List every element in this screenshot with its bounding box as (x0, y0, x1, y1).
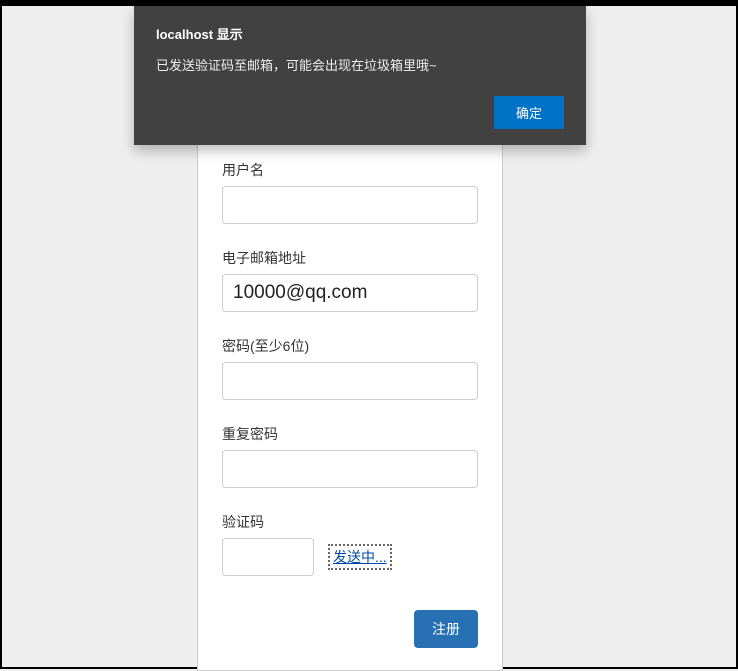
alert-ok-button[interactable]: 确定 (494, 96, 564, 129)
alert-message: 已发送验证码至邮箱，可能会出现在垃圾箱里哦~ (156, 55, 564, 74)
captcha-input[interactable] (222, 538, 314, 576)
username-group: 用户名 (222, 160, 478, 224)
alert-actions: 确定 (156, 96, 564, 129)
email-input[interactable] (222, 274, 478, 312)
password-input[interactable] (222, 362, 478, 400)
confirm-password-group: 重复密码 (222, 424, 478, 488)
captcha-label: 验证码 (222, 512, 478, 532)
alert-title: localhost 显示 (156, 24, 564, 43)
password-group: 密码(至少6位) (222, 336, 478, 400)
email-label: 电子邮箱地址 (222, 248, 478, 268)
send-captcha-button[interactable]: 发送中... (328, 544, 392, 570)
form-actions: 注册 (222, 610, 478, 648)
confirm-password-label: 重复密码 (222, 424, 478, 444)
username-input[interactable] (222, 186, 478, 224)
username-label: 用户名 (222, 160, 478, 180)
captcha-group: 验证码 发送中... (222, 512, 478, 576)
email-group: 电子邮箱地址 (222, 248, 478, 312)
alert-dialog: localhost 显示 已发送验证码至邮箱，可能会出现在垃圾箱里哦~ 确定 (134, 6, 586, 145)
captcha-row: 发送中... (222, 538, 478, 576)
register-button[interactable]: 注册 (414, 610, 478, 648)
confirm-password-input[interactable] (222, 450, 478, 488)
registration-form: 用户名 电子邮箱地址 密码(至少6位) 重复密码 验证码 发送中... 注册 (197, 137, 503, 671)
password-label: 密码(至少6位) (222, 336, 478, 356)
